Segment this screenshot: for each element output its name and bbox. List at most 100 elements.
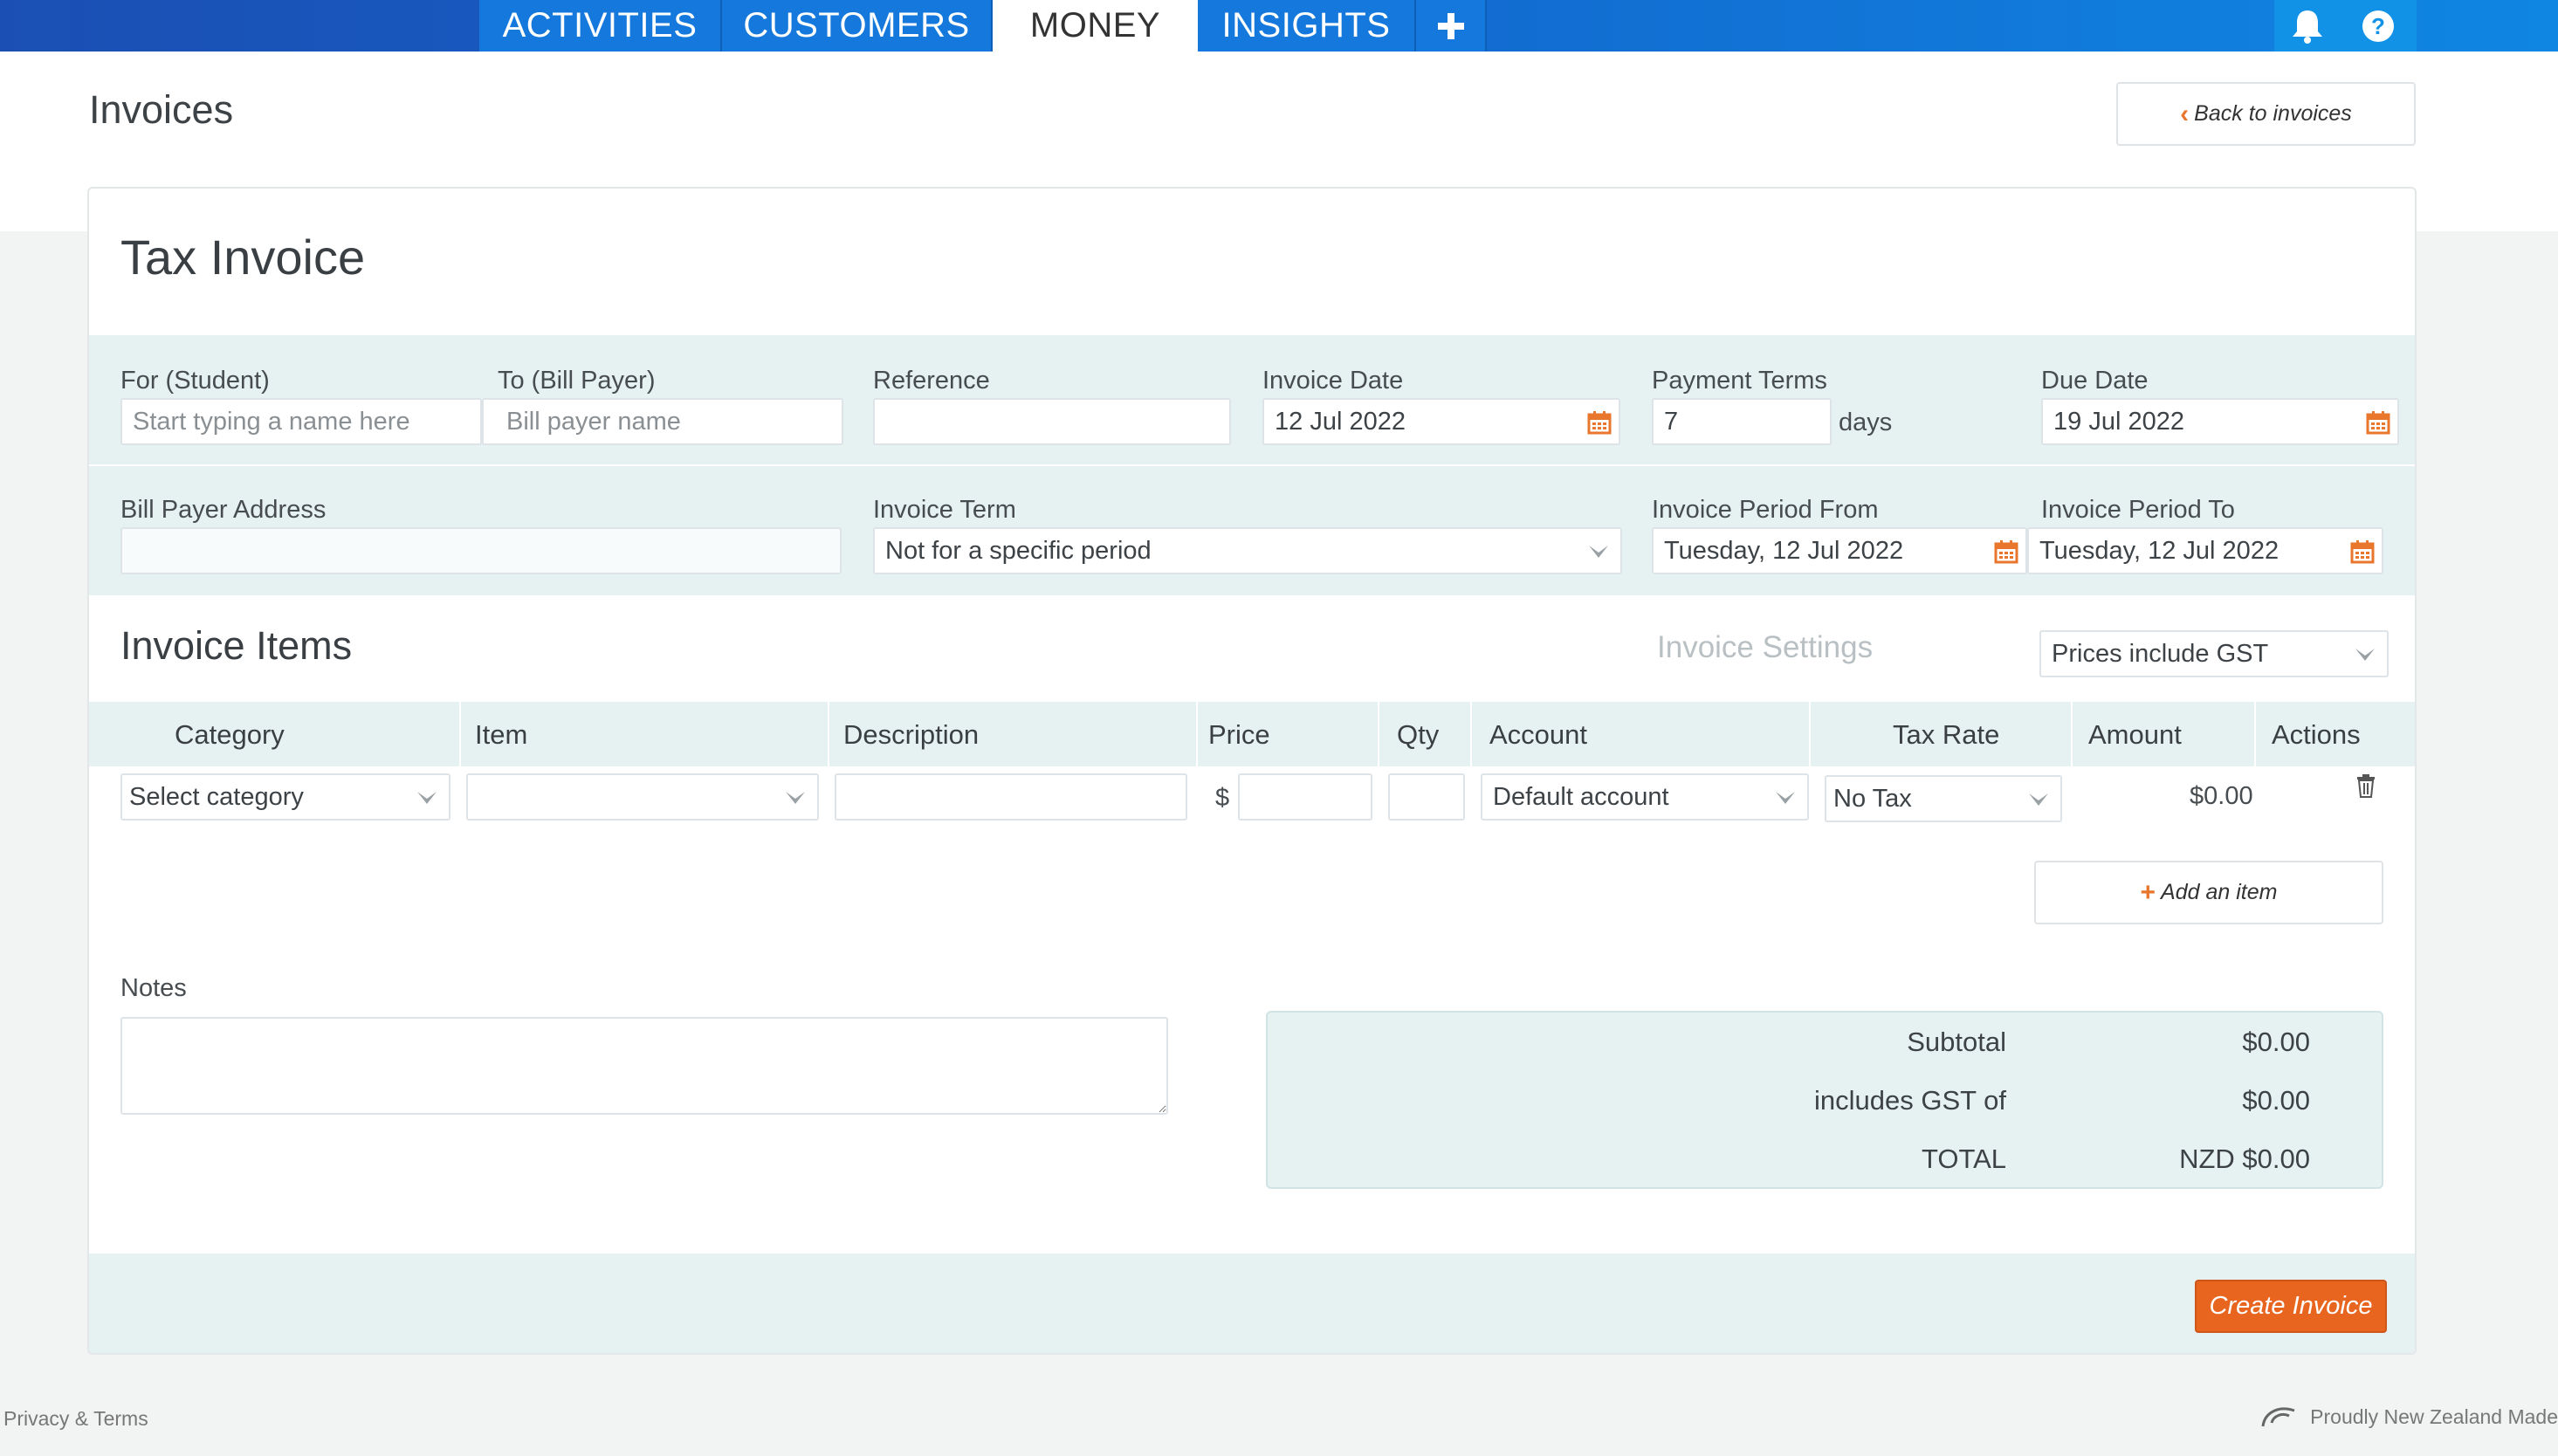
invoice-term-label: Invoice Term [873,496,1016,524]
privacy-terms-link[interactable]: Privacy & Terms [3,1407,148,1431]
due-date-value: 19 Jul 2022 [2053,407,2184,436]
line-amount: $0.00 [2190,782,2253,810]
col-amount: Amount [2088,719,2182,750]
add-item-button[interactable]: + Add an item [2034,861,2383,924]
col-divider [828,702,829,766]
totals-panel: Subtotal $0.00 includes GST of $0.00 TOT… [1266,1011,2383,1189]
invoice-term-select[interactable]: Not for a specific period [873,527,1622,574]
account-value: Default account [1493,782,1669,811]
calendar-icon[interactable] [1994,539,2018,564]
payment-terms-input[interactable]: 7 [1652,398,1832,445]
col-divider [1809,702,1811,766]
col-divider [2254,702,2256,766]
period-to-value: Tuesday, 12 Jul 2022 [2039,536,2280,565]
subtotal-value: $0.00 [2242,1027,2310,1057]
category-select[interactable]: Select category [120,773,450,821]
account-select[interactable]: Default account [1481,773,1809,821]
col-item: Item [475,719,528,750]
calendar-icon[interactable] [2366,410,2390,435]
col-description: Description [843,719,980,750]
bell-icon [2292,10,2322,44]
help-button[interactable]: ? [2340,0,2417,52]
chevron-down-icon [1776,792,1795,804]
due-date-input[interactable]: 19 Jul 2022 [2041,398,2399,445]
total-label: TOTAL [1921,1144,2006,1174]
student-name-input[interactable]: Start typing a name here [120,398,482,445]
category-value: Select category [129,782,304,811]
period-to-label: Invoice Period To [2041,496,2235,524]
period-from-input[interactable]: Tuesday, 12 Jul 2022 [1652,527,2027,574]
tab-customers[interactable]: CUSTOMERS [722,0,993,52]
card-footer: Create Invoice [89,1253,2415,1353]
tax-rate-value: No Tax [1833,784,1912,813]
col-category: Category [175,719,285,750]
chevron-down-icon [2029,793,2048,806]
chevron-down-icon [417,792,437,804]
chevron-down-icon [2355,649,2375,661]
bill-payer-input[interactable]: Bill payer name [482,398,843,445]
col-divider [1196,702,1198,766]
invoice-settings-link[interactable]: Invoice Settings [1657,630,1873,665]
top-nav: ACTIVITIES CUSTOMERS MONEY INSIGHTS ? [0,0,2558,52]
chevron-down-icon [1589,546,1608,558]
bill-payer-label: To (Bill Payer) [498,367,656,395]
notes-label: Notes [120,974,187,1002]
bill-payer-address-input[interactable] [120,527,842,574]
period-from-label: Invoice Period From [1652,496,1879,524]
invoice-card: Tax Invoice For (Student) To (Bill Payer… [87,187,2417,1355]
made-in-nz-text: Proudly New Zealand Made [2310,1404,2558,1428]
col-actions: Actions [2272,719,2361,750]
invoice-date-label: Invoice Date [1262,367,1404,395]
period-to-input[interactable]: Tuesday, 12 Jul 2022 [2027,527,2383,574]
calendar-icon[interactable] [2350,539,2375,564]
fern-logo-icon [2261,1407,2295,1427]
tab-activities[interactable]: ACTIVITIES [479,0,722,52]
col-divider [459,702,461,766]
invoice-details-band: For (Student) To (Bill Payer) Reference … [89,335,2415,464]
col-tax-rate: Tax Rate [1893,719,2000,750]
help-icon: ? [2362,10,2394,42]
page-title: Invoices [89,87,234,132]
invoice-term-value: Not for a specific period [885,536,1152,565]
col-price: Price [1208,719,1270,750]
invoice-date-value: 12 Jul 2022 [1275,407,1406,436]
item-select[interactable] [466,773,819,821]
col-divider [1378,702,1379,766]
subtotal-label: Subtotal [1907,1027,2006,1057]
notifications-button[interactable] [2274,0,2340,52]
payment-terms-suffix: days [1839,409,1893,436]
tab-money[interactable]: MONEY [993,0,1198,52]
calendar-icon[interactable] [1587,410,1612,435]
plus-icon [1437,12,1464,39]
back-to-invoices-button[interactable]: ‹ Back to invoices [2116,82,2416,146]
chevron-left-icon: ‹ [2180,99,2190,128]
col-divider [2071,702,2073,766]
notes-textarea[interactable] [120,1017,1168,1115]
create-invoice-button[interactable]: Create Invoice [2195,1280,2387,1333]
gst-label: includes GST of [1814,1085,2006,1116]
back-label: Back to invoices [2194,101,2352,126]
tax-rate-select[interactable]: No Tax [1825,775,2062,822]
add-tab-button[interactable] [1416,0,1487,52]
items-table-header: Category Item Description Price Qty Acco… [89,702,2415,766]
add-item-label: Add an item [2161,880,2278,904]
invoice-title: Tax Invoice [120,230,366,285]
svg-text:?: ? [2371,13,2385,39]
period-from-value: Tuesday, 12 Jul 2022 [1664,536,1904,565]
col-qty: Qty [1397,719,1440,750]
due-date-label: Due Date [2041,367,2149,395]
chevron-down-icon [786,792,805,804]
payment-terms-label: Payment Terms [1652,367,1827,395]
tab-insights[interactable]: INSIGHTS [1198,0,1416,52]
reference-input[interactable] [873,398,1231,445]
gst-mode-select[interactable]: Prices include GST [2039,630,2389,677]
total-value: NZD $0.00 [2179,1144,2310,1174]
description-input[interactable] [835,773,1187,821]
invoice-date-input[interactable]: 12 Jul 2022 [1262,398,1620,445]
gst-value: $0.00 [2242,1085,2310,1116]
plus-icon: + [2140,877,2156,907]
gst-mode-value: Prices include GST [2052,639,2269,668]
price-input[interactable] [1238,773,1372,821]
trash-icon[interactable] [2355,773,2376,798]
qty-input[interactable] [1388,773,1465,821]
